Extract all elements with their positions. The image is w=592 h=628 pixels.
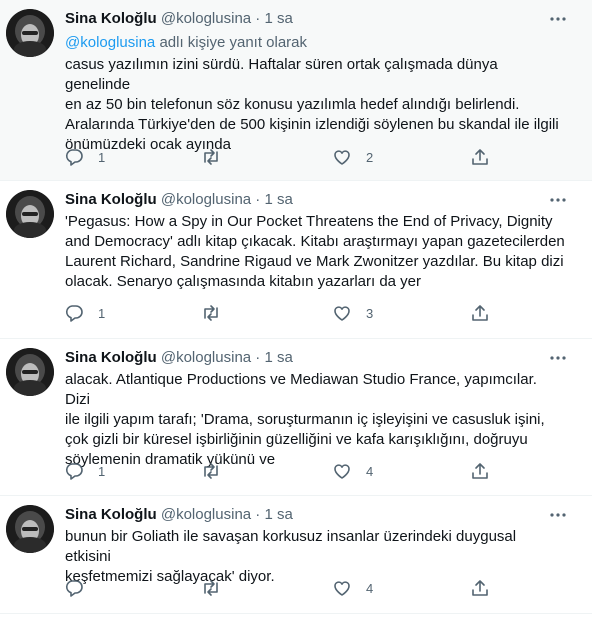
retweet-arrows-icon: [204, 149, 218, 165]
retweet-button[interactable]: [200, 145, 236, 169]
share-button[interactable]: [470, 459, 490, 483]
tweet-1[interactable]: Sina Koloğlu @kologlusina · 1 sa @kologl…: [0, 0, 592, 181]
separator-dot: ·: [255, 349, 261, 366]
like-count: 4: [366, 463, 374, 479]
more-dots-icon: [550, 198, 566, 202]
reply-bubble-icon: [65, 463, 83, 480]
avatar-photo-icon: [6, 505, 54, 553]
reply-button[interactable]: 1: [64, 459, 105, 483]
avatar-photo-icon: [6, 348, 54, 396]
tweet-time[interactable]: 1 sa: [264, 191, 292, 208]
heart-outline-icon: [334, 306, 350, 321]
reply-count: 1: [98, 463, 106, 479]
like-count: 4: [366, 580, 374, 596]
avatar[interactable]: [6, 505, 54, 553]
more-options-button[interactable]: [546, 346, 570, 370]
more-options-button[interactable]: [546, 503, 570, 527]
like-count: 3: [366, 305, 374, 321]
heart-outline-icon: [334, 464, 350, 479]
share-button[interactable]: [470, 576, 490, 600]
share-button[interactable]: [470, 301, 490, 325]
retweet-arrows-icon: [204, 305, 218, 321]
tweet-actions: 1 4: [60, 459, 500, 483]
reply-button[interactable]: 1: [64, 145, 105, 169]
separator-dot: ·: [255, 191, 261, 208]
reply-context: @kologlusina adlı kişiye yanıt olarak: [65, 33, 307, 53]
retweet-button[interactable]: [200, 576, 236, 600]
tweet-time[interactable]: 1 sa: [264, 506, 292, 523]
tweet-actions: 0 4: [60, 576, 500, 600]
retweet-arrows-icon: [204, 580, 218, 596]
retweet-arrows-icon: [204, 463, 218, 479]
author-name[interactable]: Sina Koloğlu: [65, 191, 157, 208]
heart-outline-icon: [334, 150, 350, 165]
tweet-header: Sina Koloğlu @kologlusina · 1 sa: [65, 505, 293, 525]
reply-button[interactable]: 1: [64, 301, 105, 325]
tweet-3[interactable]: Sina Koloğlu @kologlusina · 1 sa alacak.…: [0, 339, 592, 496]
retweet-button[interactable]: [200, 459, 236, 483]
tweet-text: 'Pegasus: How a Spy in Our Pocket Threat…: [65, 213, 565, 290]
tweet-thread: Sina Koloğlu @kologlusina · 1 sa @kologl…: [0, 0, 592, 628]
like-button[interactable]: 4: [332, 459, 373, 483]
like-button[interactable]: 4: [332, 576, 373, 600]
author-handle[interactable]: @kologlusina: [161, 506, 251, 523]
avatar-photo-icon: [6, 190, 54, 238]
tweet-time[interactable]: 1 sa: [264, 349, 292, 366]
more-options-button[interactable]: [546, 188, 570, 212]
tweet-header: Sina Koloğlu @kologlusina · 1 sa: [65, 9, 293, 29]
more-dots-icon: [550, 513, 566, 517]
avatar-photo-icon: [6, 9, 54, 57]
tweet-text: casus yazılımın izini sürdü. Haftalar sü…: [65, 56, 559, 153]
share-upload-icon: [472, 463, 488, 479]
avatar[interactable]: [6, 190, 54, 238]
reply-context-label: adlı kişiye yanıt olarak: [159, 34, 308, 51]
more-dots-icon: [550, 17, 566, 21]
reply-bubble-icon: [65, 149, 83, 166]
tweet-text: alacak. Atlantique Productions ve Mediaw…: [65, 371, 545, 468]
separator-dot: ·: [255, 10, 261, 27]
share-upload-icon: [472, 149, 488, 165]
reply-bubble-icon: [65, 305, 83, 322]
tweet-time[interactable]: 1 sa: [264, 10, 292, 27]
like-count: 2: [366, 149, 374, 165]
share-upload-icon: [472, 580, 488, 596]
more-options-button[interactable]: [546, 7, 570, 31]
reply-mention-link[interactable]: @kologlusina: [65, 34, 155, 51]
like-button[interactable]: 3: [332, 301, 373, 325]
like-button[interactable]: 2: [332, 145, 373, 169]
share-upload-icon: [472, 305, 488, 321]
author-handle[interactable]: @kologlusina: [161, 191, 251, 208]
share-button[interactable]: [470, 145, 490, 169]
tweet-header: Sina Koloğlu @kologlusina · 1 sa: [65, 190, 293, 210]
tweet-actions: 1 2: [60, 145, 500, 169]
tweet-actions: 1 3: [60, 301, 500, 325]
author-name[interactable]: Sina Koloğlu: [65, 349, 157, 366]
tweet-4[interactable]: Sina Koloğlu @kologlusina · 1 sa bunun b…: [0, 496, 592, 614]
reply-count: 1: [98, 305, 106, 321]
author-handle[interactable]: @kologlusina: [161, 10, 251, 27]
more-dots-icon: [550, 356, 566, 360]
separator-dot: ·: [255, 506, 261, 523]
reply-bubble-icon: [65, 580, 83, 597]
reply-button[interactable]: 0: [64, 576, 105, 600]
avatar[interactable]: [6, 348, 54, 396]
author-handle[interactable]: @kologlusina: [161, 349, 251, 366]
reply-count: 1: [98, 149, 106, 165]
retweet-button[interactable]: [200, 301, 236, 325]
tweet-2[interactable]: Sina Koloğlu @kologlusina · 1 sa 'Pegasu…: [0, 181, 592, 339]
avatar[interactable]: [6, 9, 54, 57]
tweet-header: Sina Koloğlu @kologlusina · 1 sa: [65, 348, 293, 368]
author-name[interactable]: Sina Koloğlu: [65, 10, 157, 27]
author-name[interactable]: Sina Koloğlu: [65, 506, 157, 523]
heart-outline-icon: [334, 581, 350, 596]
